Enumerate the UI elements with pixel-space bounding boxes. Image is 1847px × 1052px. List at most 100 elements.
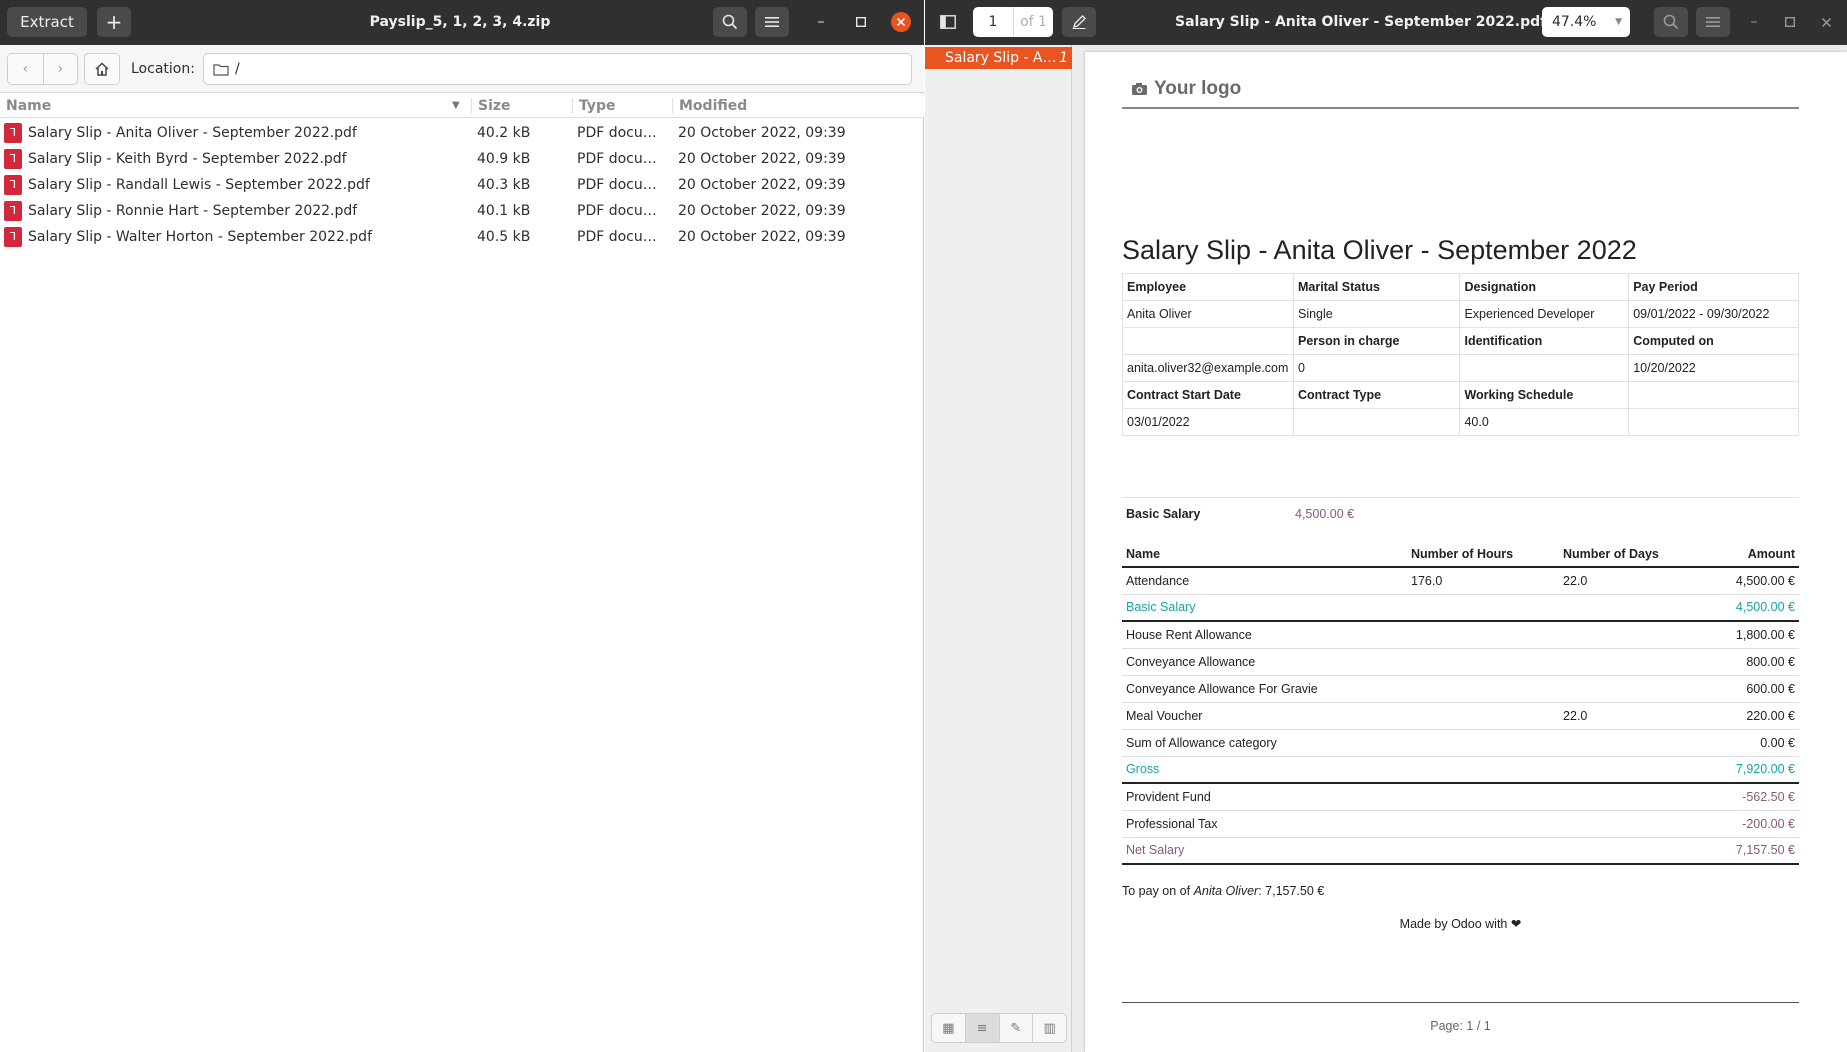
file-list: ⅂ Salary Slip - Anita Oliver - September … (0, 120, 924, 250)
search-icon (1663, 14, 1679, 30)
file-modified: 20 October 2022, 09:39 (678, 203, 846, 219)
document-viewer-window: 1 of 1 Salary Slip - Anita Oliver - Sept… (925, 0, 1847, 1052)
basic-salary-label: Basic Salary (1126, 507, 1201, 521)
file-row[interactable]: ⅂ Salary Slip - Randall Lewis - September… (0, 172, 924, 198)
email-value: anita.oliver32@example.com (1122, 354, 1294, 382)
file-row[interactable]: ⅂ Salary Slip - Anita Oliver - September … (0, 120, 924, 146)
file-name: Salary Slip - Ronnie Hart - September 20… (28, 203, 358, 219)
extract-button[interactable]: Extract (7, 7, 87, 37)
back-button[interactable]: ‹ (8, 54, 43, 84)
computed-on-value: 10/20/2022 (1628, 354, 1799, 382)
tab-outline[interactable]: ≡ (964, 1014, 999, 1042)
file-type: PDF docum… (577, 125, 669, 141)
home-button[interactable] (84, 53, 120, 85)
sidebar-toggle-button[interactable] (931, 7, 965, 37)
viewer-close-button[interactable] (1814, 10, 1838, 34)
line-amount: -562.50 € (1679, 783, 1799, 811)
pdf-file-icon: ⅂ (4, 149, 22, 169)
lines-header-amount: Amount (1679, 541, 1799, 568)
line-days (1559, 810, 1679, 838)
location-field[interactable]: / (203, 53, 912, 85)
working-schedule-value: 40.0 (1459, 408, 1630, 436)
salary-line-row: Sum of Allowance category 0.00 € (1122, 729, 1799, 757)
viewer-search-button[interactable] (1654, 7, 1688, 37)
line-hours (1407, 836, 1559, 865)
file-name: Salary Slip - Walter Horton - September … (28, 229, 372, 245)
tab-thumbnails[interactable]: ▦ (932, 1014, 965, 1042)
employee-label: Employee (1122, 273, 1294, 301)
outline-item[interactable]: Salary Slip - A… 1 (925, 47, 1072, 69)
company-logo: Your logo (1131, 78, 1241, 100)
line-name: Conveyance Allowance (1122, 648, 1407, 676)
contract-start-label: Contract Start Date (1122, 381, 1294, 409)
close-button[interactable] (891, 12, 911, 32)
file-size: 40.3 kB (477, 177, 531, 193)
file-name: Salary Slip - Randall Lewis - September … (28, 177, 370, 193)
salary-line-row: Basic Salary 4,500.00 € (1122, 593, 1799, 622)
line-name: Gross (1122, 755, 1407, 784)
minimize-icon: – (1750, 14, 1758, 30)
hamburger-icon (765, 17, 779, 27)
to-pay-line: To pay on of Anita Oliver: 7,157.50 € (1122, 884, 1324, 898)
designation-value: Experienced Developer (1459, 300, 1630, 328)
line-days (1559, 836, 1679, 865)
line-amount: 1,800.00 € (1679, 621, 1799, 649)
menu-button[interactable] (755, 7, 789, 37)
viewer-menu-button[interactable] (1696, 7, 1730, 37)
line-hours (1407, 621, 1559, 649)
viewer-sidebar: Salary Slip - A… 1 ▦ ≡ ✎ ▥ (925, 45, 1072, 1052)
line-name: Attendance (1122, 567, 1407, 595)
minimize-icon: – (817, 14, 825, 30)
file-size: 40.9 kB (477, 151, 531, 167)
file-modified: 20 October 2022, 09:39 (678, 229, 846, 245)
grid-icon: ▦ (942, 1020, 955, 1036)
line-amount: 7,920.00 € (1679, 755, 1799, 784)
archive-manager-window: Extract + Payslip_5, 1, 2, 3, 4.zip – ‹ … (0, 0, 924, 1052)
minimize-button[interactable]: – (809, 10, 833, 34)
book-icon: ▥ (1043, 1020, 1056, 1036)
viewer-minimize-button[interactable]: – (1742, 10, 1766, 34)
file-row[interactable]: ⅂ Salary Slip - Ronnie Hart - September 2… (0, 198, 924, 224)
outline-item-page: 1 (1059, 50, 1068, 66)
document-title: Salary Slip - Anita Oliver - September 2… (1122, 235, 1637, 265)
file-row[interactable]: ⅂ Salary Slip - Keith Byrd - September 20… (0, 146, 924, 172)
to-pay-name: Anita Oliver (1193, 884, 1259, 898)
lines-header-name: Name (1122, 541, 1407, 568)
page-number-input[interactable]: 1 (973, 7, 1013, 37)
column-modified[interactable]: Modified (673, 94, 913, 118)
location-value: / (235, 61, 240, 77)
folder-icon (213, 63, 229, 76)
search-button[interactable] (713, 7, 747, 37)
sidebar-icon (940, 15, 956, 29)
maximize-button[interactable] (849, 10, 873, 34)
line-hours (1407, 755, 1559, 784)
zoom-selector[interactable]: 47.4% ▼ (1542, 7, 1630, 37)
pay-period-label: Pay Period (1628, 273, 1799, 301)
made-by-footer: Made by Odoo with ❤ (1399, 917, 1522, 931)
add-files-button[interactable]: + (97, 7, 131, 37)
pdf-file-icon: ⅂ (4, 227, 22, 247)
column-size[interactable]: Size (472, 94, 572, 118)
line-days (1559, 755, 1679, 784)
file-type: PDF docum… (577, 177, 669, 193)
annotate-button[interactable] (1062, 7, 1096, 37)
pdf-file-icon: ⅂ (4, 175, 22, 195)
logo-text: Your logo (1154, 78, 1242, 99)
viewer-maximize-button[interactable] (1778, 10, 1802, 34)
forward-button[interactable]: › (42, 54, 78, 84)
line-name: Net Salary (1122, 836, 1407, 865)
history-buttons: ‹ › (7, 53, 78, 85)
tab-annotations[interactable]: ✎ (998, 1014, 1033, 1042)
salary-line-row: Conveyance Allowance 800.00 € (1122, 648, 1799, 676)
column-name[interactable]: Name ▼ (0, 94, 470, 118)
file-modified: 20 October 2022, 09:39 (678, 177, 846, 193)
person-in-charge-value: 0 (1292, 354, 1461, 382)
tab-layers[interactable]: ▥ (1032, 1014, 1066, 1042)
line-hours (1407, 702, 1559, 730)
marital-status-label: Marital Status (1292, 273, 1461, 301)
location-bar: ‹ › Location: / (0, 45, 924, 93)
page-count: of 1 (1013, 7, 1053, 37)
column-type[interactable]: Type (573, 94, 673, 118)
line-amount: 800.00 € (1679, 648, 1799, 676)
file-row[interactable]: ⅂ Salary Slip - Walter Horton - September… (0, 224, 924, 250)
